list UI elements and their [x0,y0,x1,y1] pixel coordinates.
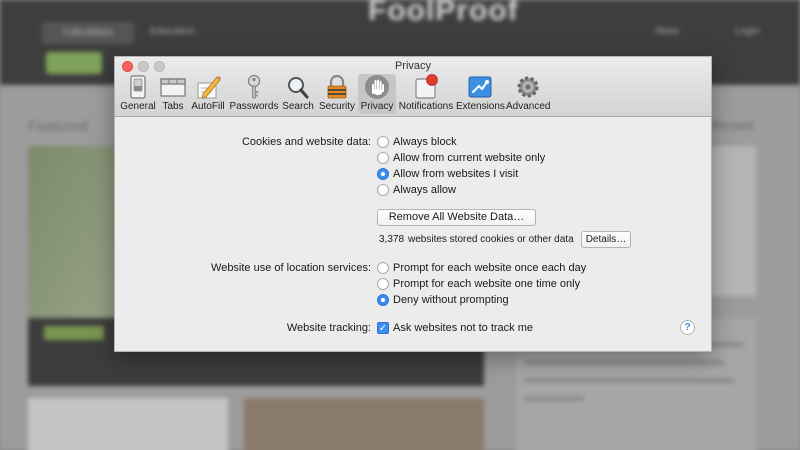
option-label: Prompt for each website one time only [393,278,581,290]
tab-security[interactable]: Security [316,74,358,114]
stored-websites-text: websites stored cookies or other data [408,234,574,245]
details-button[interactable]: Details… [581,231,631,248]
checkbox-label: Ask websites not to track me [393,322,533,334]
site-nav-calculators: Calculators [42,22,134,44]
general-switch-icon [130,75,146,99]
site-nav-store: Store [655,26,679,37]
tabs-icon [160,78,186,97]
site-green-button [46,52,102,74]
gear-icon [517,76,539,98]
tab-label: Notifications [398,101,454,112]
magnifier-icon [288,77,309,99]
site-nav-login: Login [735,26,760,37]
tab-label: Advanced [506,101,551,112]
tab-general[interactable]: General [119,74,157,114]
tab-label: Privacy [360,101,394,112]
stored-websites-count: 3,378 [379,234,405,245]
radio-button[interactable] [377,136,389,148]
site-text-line [524,396,584,401]
tab-label: Tabs [162,101,184,112]
tab-label: General [120,101,156,112]
location-section-label: Website use of location services: [211,262,371,274]
cookies-section-label: Cookies and website data: [241,136,371,148]
key-icon [247,74,261,99]
site-side-heading: Recent [712,118,754,133]
tab-label: AutoFill [191,101,225,112]
tab-tabs[interactable]: Tabs [158,74,188,114]
radio-button[interactable] [377,278,389,290]
option-label: Allow from websites I visit [393,168,519,180]
hand-icon [365,75,389,99]
radio-button[interactable] [377,152,389,164]
option-label: Allow from current website only [393,152,546,164]
site-card [28,398,228,450]
tab-label: Extensions [456,101,505,112]
radio-button[interactable] [377,184,389,196]
tab-passwords[interactable]: Passwords [228,74,280,114]
radio-button-selected[interactable] [377,294,389,306]
lock-icon [327,74,347,99]
preferences-window: Privacy General Tabs AutoFill Passwords … [114,56,712,352]
site-text-line [524,378,734,383]
option-label: Always allow [393,184,456,196]
puzzle-icon [468,76,492,98]
tab-label: Security [318,101,356,112]
privacy-settings-panel: Cookies and website data: Always block A… [115,117,711,351]
remove-all-website-data-button[interactable]: Remove All Website Data… [377,209,536,226]
tab-autofill[interactable]: AutoFill [190,74,226,114]
notification-badge-icon [415,74,438,99]
radio-button-selected[interactable] [377,168,389,180]
site-card [244,398,484,450]
site-featured-caption-title [44,326,104,340]
site-text-line [524,360,724,365]
tab-privacy[interactable]: Privacy [358,74,396,114]
tab-search[interactable]: Search [281,74,315,114]
site-featured-heading: Featured [28,118,89,135]
site-logo: FoolProof [368,0,519,27]
autofill-pencil-icon [197,76,221,99]
option-label: Prompt for each website once each day [393,262,587,274]
tab-label: Search [282,101,314,112]
window-toolbar: Privacy General Tabs AutoFill Passwords … [115,57,711,117]
option-label: Deny without prompting [393,294,509,306]
checkbox-checked[interactable]: ✓ [377,322,389,334]
help-button[interactable]: ? [680,320,695,335]
tab-label: Passwords [229,101,279,112]
tab-notifications[interactable]: Notifications [398,74,454,114]
window-title: Privacy [394,60,432,72]
tab-advanced[interactable]: Advanced [506,74,550,114]
tracking-section-label: Website tracking: [286,322,371,334]
radio-button[interactable] [377,262,389,274]
site-nav-education: Education [150,26,195,37]
option-label: Always block [393,136,457,148]
tab-extensions[interactable]: Extensions [456,74,505,114]
